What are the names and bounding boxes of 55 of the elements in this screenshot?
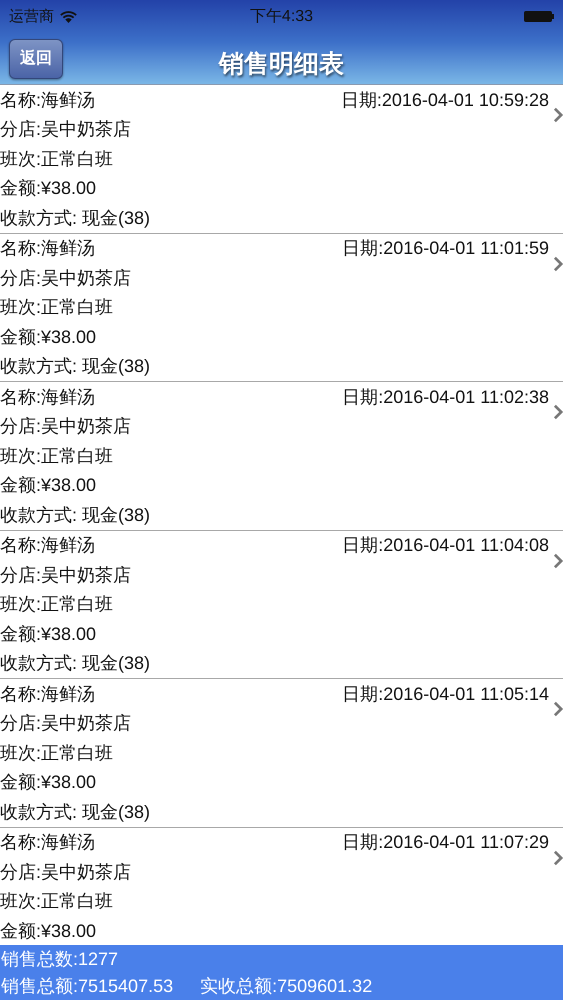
amount-field: 金额:¥38.00 xyxy=(0,324,96,349)
payment-field: 收款方式: 现金(38) xyxy=(0,206,150,230)
payment-field: 收款方式: 现金(38) xyxy=(0,651,150,676)
chevron-icon xyxy=(554,552,563,568)
record-row[interactable]: 名称:海鲜汤 日期:2016-04-01 11:05:14 分店:吴中奶茶店 班次:正常白班 金额:¥38.00 收款方式: 现金(38) xyxy=(0,679,563,828)
name-field: 名称:海鲜汤 xyxy=(0,830,96,854)
shift-field: 班次:正常白班 xyxy=(0,592,114,616)
payment-field: 收款方式: 现金(38) xyxy=(0,800,150,824)
name-field: 名称:海鲜汤 xyxy=(0,88,96,112)
shift-field: 班次:正常白班 xyxy=(0,740,114,765)
date-field: 日期:2016-04-01 11:05:14 xyxy=(342,682,549,706)
carrier-name: 运营商 xyxy=(9,7,54,26)
record-row[interactable]: 名称:海鲜汤 日期:2016-04-01 10:59:28 分店:吴中奶茶店 班次:正常白班 金额:¥38.00 收款方式: 现金(38) xyxy=(0,85,563,234)
amount-field: 金额:¥38.00 xyxy=(0,176,96,200)
name-field: 名称:海鲜汤 xyxy=(0,384,96,409)
record-row[interactable]: 名称:海鲜汤 日期:2016-04-01 11:01:59 分店:吴中奶茶店 班次:正常白班 金额:¥38.00 收款方式: 现金(38) xyxy=(0,234,563,382)
shift-field: 班次:正常白班 xyxy=(0,146,114,171)
store-field: 分店:吴中奶茶店 xyxy=(0,266,132,290)
store-field: 分店:吴中奶茶店 xyxy=(0,117,132,142)
chevron-icon xyxy=(554,107,563,123)
store-field: 分店:吴中奶茶店 xyxy=(0,860,132,884)
payment-field: 收款方式: 现金(38) xyxy=(0,354,150,378)
chevron-icon xyxy=(554,850,563,866)
chevron-icon xyxy=(554,404,563,420)
shift-field: 班次:正常白班 xyxy=(0,889,114,914)
date-field: 日期:2016-04-01 11:02:38 xyxy=(342,384,549,409)
name-field: 名称:海鲜汤 xyxy=(0,682,96,706)
battery-icon xyxy=(524,11,555,22)
chevron-icon xyxy=(554,256,563,272)
record-row[interactable]: 名称:海鲜汤 日期:2016-04-01 11:04:08 分店:吴中奶茶店 班次:正常白班 金额:¥38.00 收款方式: 现金(38) xyxy=(0,530,563,679)
amount-field: 金额:¥38.00 xyxy=(0,473,96,498)
store-field: 分店:吴中奶茶店 xyxy=(0,562,132,587)
sales-count: 销售总数:1277 xyxy=(1,948,118,971)
date-field: 日期:2016-04-01 11:01:59 xyxy=(342,236,549,260)
amount-field: 金额:¥38.00 xyxy=(0,622,96,646)
date-field: 日期:2016-04-01 11:04:08 xyxy=(342,533,549,558)
record-row[interactable]: 名称:海鲜汤 日期:2016-04-01 11:02:38 分店:吴中奶茶店 班次:正常白班 金额:¥38.00 收款方式: 现金(38) xyxy=(0,382,563,530)
page-title: 销售明细表 xyxy=(219,49,344,80)
shift-field: 班次:正常白班 xyxy=(0,444,114,468)
sales-total: 销售总额:7515407.53 xyxy=(1,975,174,998)
amount-field: 金额:¥38.00 xyxy=(0,918,96,943)
store-field: 分店:吴中奶茶店 xyxy=(0,414,132,438)
wifi-icon xyxy=(60,10,77,22)
date-field: 日期:2016-04-01 11:07:29 xyxy=(342,830,549,854)
amount-field: 金额:¥38.00 xyxy=(0,770,96,794)
payment-field: 收款方式: 现金(38) xyxy=(0,502,150,527)
store-field: 分店:吴中奶茶店 xyxy=(0,711,132,736)
name-field: 名称:海鲜汤 xyxy=(0,533,96,558)
clock-time: 下午4:33 xyxy=(250,7,314,27)
received-total: 实收总额:7509601.32 xyxy=(200,975,372,998)
name-field: 名称:海鲜汤 xyxy=(0,236,96,260)
shift-field: 班次:正常白班 xyxy=(0,295,114,320)
date-field: 日期:2016-04-01 10:59:28 xyxy=(340,88,549,112)
chevron-icon xyxy=(554,701,563,717)
back-button[interactable]: 返回 xyxy=(9,38,63,78)
